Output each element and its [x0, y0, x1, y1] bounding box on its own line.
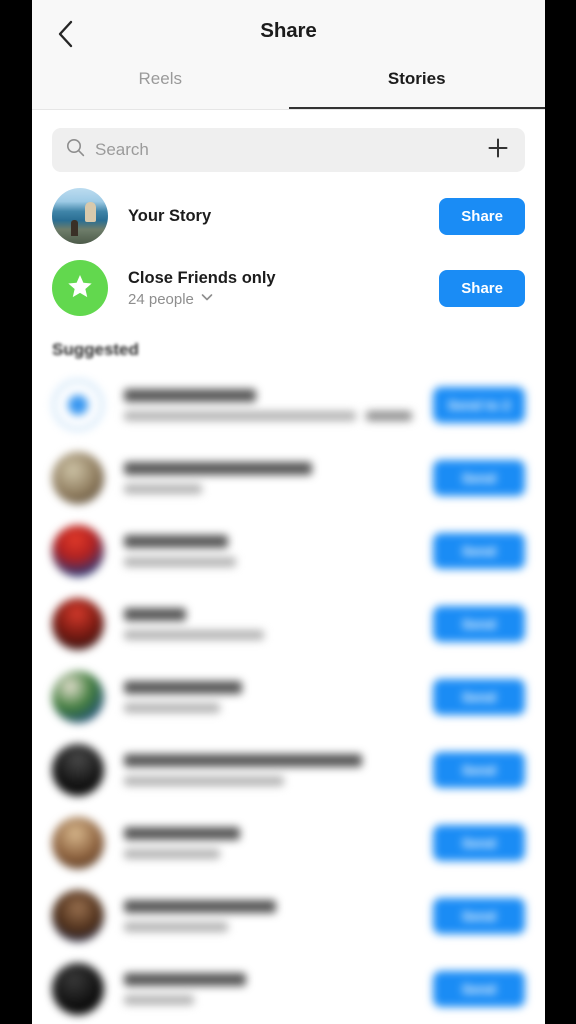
list-item-info [104, 826, 433, 859]
list-item-subtitle [124, 921, 228, 932]
tab-bar: Reels Stories [32, 66, 545, 109]
send-button[interactable]: Send [433, 678, 525, 715]
list-item[interactable]: Send [32, 879, 545, 952]
avatar [52, 670, 104, 723]
list-item-name [124, 461, 312, 475]
destination-title: Your Story [128, 206, 212, 225]
search-bar[interactable]: Search [52, 128, 525, 172]
list-item-subtitle [124, 556, 236, 567]
search-input[interactable]: Search [95, 140, 485, 160]
avatar [52, 524, 104, 577]
list-item-subtitle [124, 629, 264, 640]
list-item[interactable]: Send [32, 733, 545, 806]
app-window: Share Reels Stories Search Your Story Sh… [32, 0, 545, 1024]
send-button[interactable]: Send to 2 [433, 386, 525, 423]
tab-reels[interactable]: Reels [32, 66, 289, 109]
suggested-heading: Suggested [52, 340, 139, 359]
list-item[interactable]: Send [32, 514, 545, 587]
list-item-info [104, 461, 433, 494]
close-friends-count[interactable]: 24 people [128, 290, 439, 308]
destination-row-close-friends[interactable]: Close Friends only 24 people Share [32, 252, 545, 324]
list-item-subtitle [124, 702, 220, 713]
avatar [52, 889, 104, 942]
send-button[interactable]: Send [433, 459, 525, 496]
send-button[interactable]: Send [433, 824, 525, 861]
list-item[interactable]: Send to 2 [32, 368, 545, 441]
list-item-meta [366, 410, 412, 421]
send-button[interactable]: Send [433, 970, 525, 1007]
page-title: Share [260, 19, 317, 42]
add-recipient-button[interactable] [485, 137, 511, 163]
avatar [52, 816, 104, 869]
list-item[interactable]: Send [32, 952, 545, 1024]
list-item-subtitle [124, 483, 202, 494]
list-item-info [104, 753, 433, 786]
list-item[interactable]: Send [32, 441, 545, 514]
avatar [52, 451, 104, 504]
list-item-subtitle [124, 775, 284, 786]
send-button[interactable]: Send [433, 605, 525, 642]
list-item-name [124, 753, 362, 767]
send-button[interactable]: Send [433, 751, 525, 788]
avatar [52, 597, 104, 650]
list-item-info [104, 607, 433, 640]
destination-title: Close Friends only [128, 268, 276, 287]
app-header: Share Reels Stories [32, 0, 545, 110]
list-item-info [104, 534, 433, 567]
tab-stories-label: Stories [387, 69, 446, 88]
send-button[interactable]: Send [433, 897, 525, 934]
screen: Share Reels Stories Search Your Story Sh… [0, 0, 576, 1024]
list-item-name [124, 680, 242, 694]
list-item-subtitle [124, 848, 220, 859]
list-item-name [124, 899, 276, 913]
list-item-subtitle [124, 994, 194, 1005]
broadcast-channel-icon [52, 378, 104, 431]
send-button[interactable]: Send [433, 532, 525, 569]
list-item-name [124, 972, 246, 986]
destination-row-your-story[interactable]: Your Story Share [32, 180, 545, 252]
avatar [52, 188, 108, 244]
destination-info: Your Story [108, 206, 439, 227]
list-item-subtitle [124, 410, 356, 421]
star-icon [66, 272, 94, 305]
plus-icon [486, 136, 510, 165]
avatar [52, 962, 104, 1015]
list-item-name [124, 388, 256, 402]
list-item-name [124, 607, 186, 621]
list-item[interactable]: Send [32, 806, 545, 879]
close-friends-count-label: 24 people [128, 290, 194, 308]
share-button-your-story[interactable]: Share [439, 197, 525, 235]
list-item-name [124, 534, 228, 548]
suggested-list: Send to 2 Send Send Send Send Send Send … [32, 368, 545, 1024]
search-icon [66, 138, 85, 162]
list-item-info [104, 388, 433, 421]
avatar [52, 743, 104, 796]
tab-reels-label: Reels [138, 69, 182, 88]
avatar [52, 260, 108, 316]
share-button-close-friends[interactable]: Share [439, 269, 525, 307]
destination-info: Close Friends only 24 people [108, 268, 439, 309]
chevron-down-icon [200, 290, 214, 308]
list-item[interactable]: Send [32, 660, 545, 733]
tab-stories[interactable]: Stories [288, 66, 545, 109]
list-item-info [104, 680, 433, 713]
list-item-name [124, 826, 240, 840]
list-item[interactable]: Send [32, 587, 545, 660]
list-item-info [104, 899, 433, 932]
list-item-info [104, 972, 433, 1005]
